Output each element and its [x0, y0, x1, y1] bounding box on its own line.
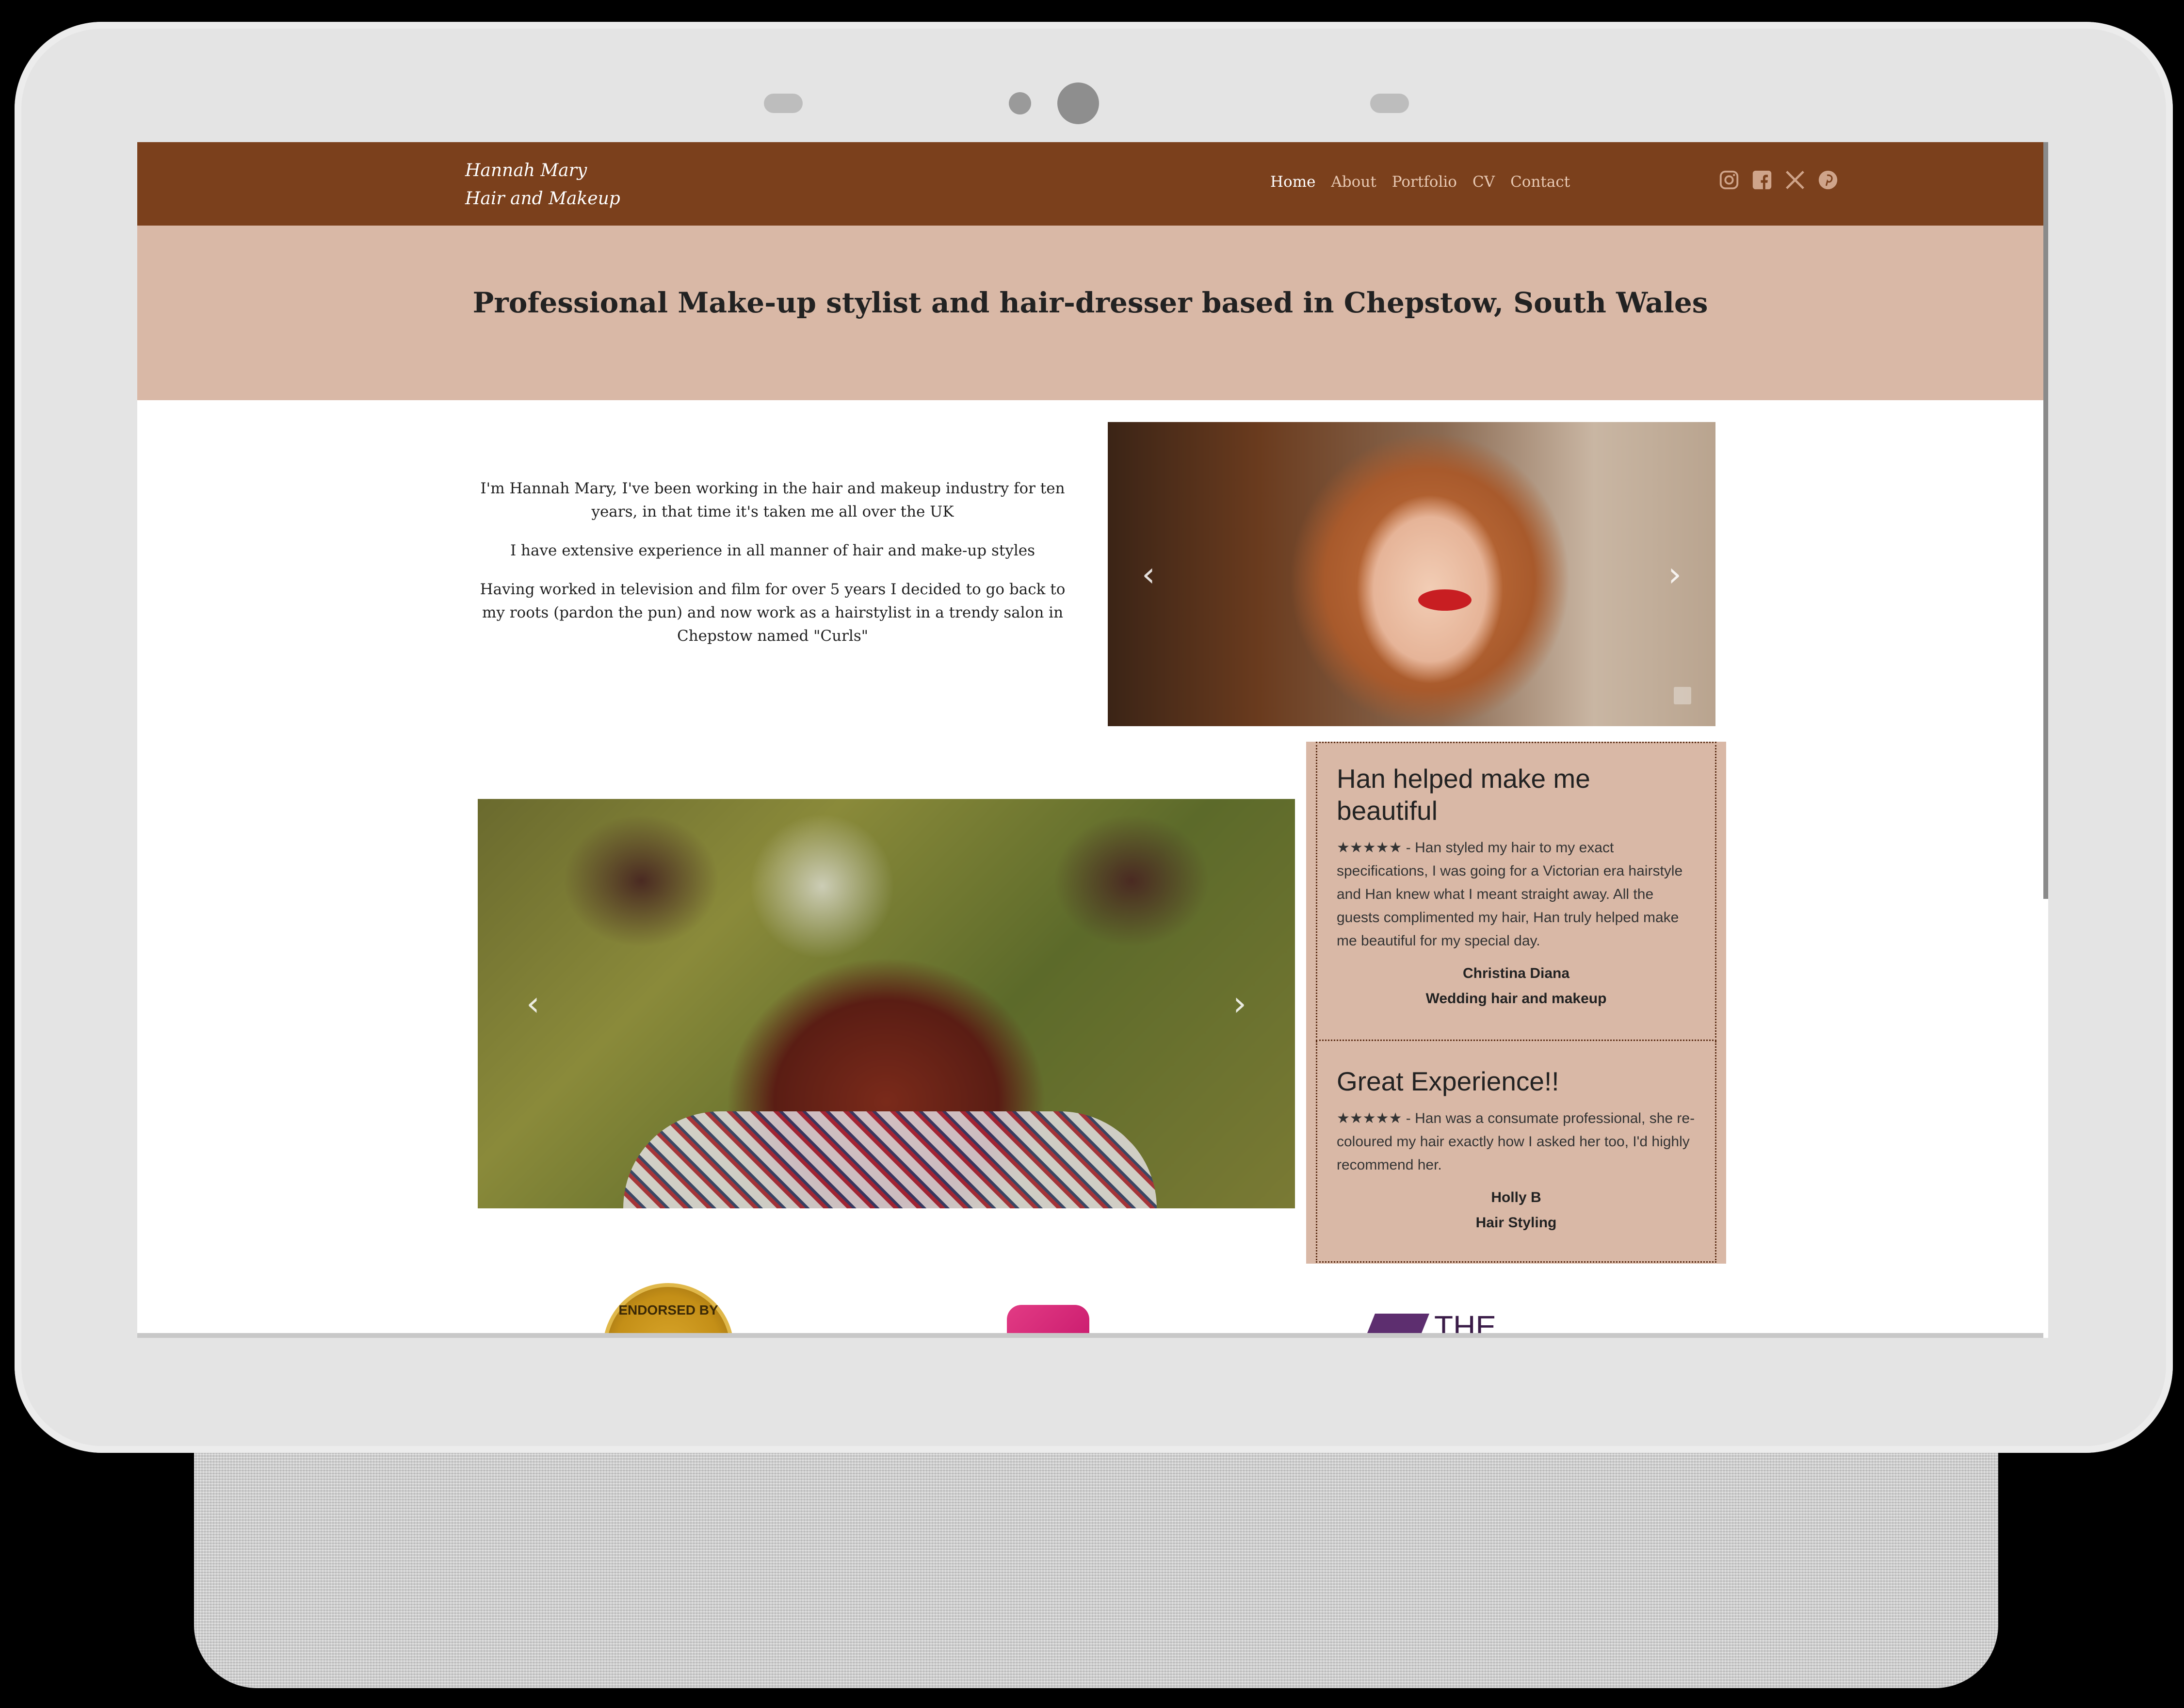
carousel-next-button[interactable]: ›: [1668, 554, 1682, 594]
portrait-photo: [1418, 589, 1472, 611]
sensor-right: [1370, 94, 1409, 113]
facebook-icon[interactable]: [1750, 168, 1774, 192]
testimonial-title: Han helped make me beautiful: [1337, 764, 1590, 826]
brand-line-2: Hair and Makeup: [465, 189, 620, 209]
portrait-carousel: ‹ ›: [1108, 422, 1715, 726]
testimonial-service: Hair Styling: [1475, 1215, 1557, 1231]
nav-about[interactable]: About: [1331, 173, 1376, 191]
testimonials: Han helped make me beautiful ★★★★★ - Han…: [1306, 742, 1726, 1264]
device-stand: [194, 1431, 1998, 1688]
intro-text: I'm Hannah Mary, I've been working in th…: [477, 477, 1068, 663]
testimonial-card: Han helped make me beautiful ★★★★★ - Han…: [1316, 742, 1716, 1041]
nav-cv[interactable]: CV: [1472, 173, 1495, 191]
navbar: Hannah Mary Hair and Makeup Home About P…: [137, 142, 2043, 226]
pinterest-icon[interactable]: [1816, 168, 1840, 192]
brand-line-1: Hannah Mary: [465, 161, 587, 180]
nav-portfolio[interactable]: Portfolio: [1392, 173, 1457, 191]
browser-viewport: Hannah Mary Hair and Makeup Home About P…: [137, 142, 2048, 1338]
endorsed-badge-text: ENDORSED BY: [618, 1302, 718, 1318]
carousel-prev-button[interactable]: ‹: [526, 984, 540, 1024]
instagram-icon[interactable]: [1717, 168, 1741, 192]
x-icon[interactable]: [1783, 168, 1807, 192]
hair-photo: [749, 813, 895, 959]
testimonial-text: ★★★★★ - Han styled my hair to my exact s…: [1337, 840, 1683, 949]
testimonial-text: ★★★★★ - Han was a consumate professional…: [1337, 1110, 1695, 1173]
camera-lens: [1057, 82, 1099, 124]
screen-edge: [137, 1333, 2043, 1338]
hair-photo-shirt: [623, 1111, 1157, 1208]
camera-small: [1009, 92, 1031, 114]
testimonial-title: Great Experience!!: [1337, 1066, 1559, 1096]
intro-paragraph: I'm Hannah Mary, I've been working in th…: [480, 480, 1065, 521]
brand-logo[interactable]: Hannah Mary Hair and Makeup: [465, 157, 620, 213]
sensor-left: [764, 94, 803, 113]
testimonial-author: Holly B: [1491, 1189, 1541, 1205]
carousel-indicator[interactable]: [1674, 687, 1691, 704]
carousel-prev-button[interactable]: ‹: [1142, 554, 1155, 594]
nav-links: Home About Portfolio CV Contact: [1270, 173, 1570, 191]
nav-contact[interactable]: Contact: [1510, 173, 1570, 191]
scrollbar[interactable]: [2043, 142, 2048, 899]
hair-carousel: ‹ ›: [478, 799, 1295, 1208]
hero-banner: Professional Make-up stylist and hair-dr…: [137, 226, 2043, 400]
intro-paragraph: I have extensive experience in all manne…: [510, 542, 1035, 559]
testimonial-card: Great Experience!! ★★★★★ - Han was a con…: [1316, 1041, 1716, 1263]
hero-title: Professional Make-up stylist and hair-dr…: [472, 286, 1708, 319]
carousel-next-button[interactable]: ›: [1233, 984, 1246, 1024]
social-links: [1717, 168, 1840, 192]
testimonial-author: Christina Diana: [1462, 965, 1570, 981]
intro-paragraph: Having worked in television and film for…: [480, 581, 1066, 645]
testimonial-service: Wedding hair and makeup: [1425, 991, 1607, 1007]
endorsed-badge-logo: ENDORSED BY: [603, 1283, 734, 1338]
nav-home[interactable]: Home: [1270, 173, 1315, 191]
